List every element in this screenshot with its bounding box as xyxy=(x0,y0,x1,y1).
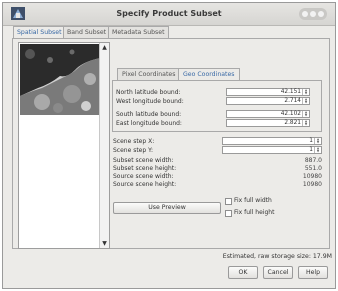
geo-coordinates-panel: North latitude bound: 42.151 ▲ ▼ West lon… xyxy=(112,80,322,132)
tab-geo-coordinates[interactable]: Geo Coordinates xyxy=(178,68,240,80)
close-icon[interactable] xyxy=(318,11,324,17)
maximize-icon[interactable] xyxy=(310,11,316,17)
scroll-up-icon[interactable]: ▲ xyxy=(101,44,108,51)
storage-size-status: Estimated, raw storage size: 17.9M xyxy=(222,253,332,260)
spinner-icon[interactable]: ▲ ▼ xyxy=(302,98,309,104)
south-bound-field[interactable]: 42.102 ▲ ▼ xyxy=(226,110,310,118)
thumbnail-image[interactable] xyxy=(20,44,100,115)
ok-button[interactable]: OK xyxy=(228,266,258,279)
fix-full-width-checkbox[interactable] xyxy=(225,198,232,205)
west-bound-label: West longitude bound: xyxy=(116,98,184,105)
tab-band-subset[interactable]: Band Subset xyxy=(63,26,111,38)
preview-scrollbar[interactable]: ▲ ▼ xyxy=(99,43,109,248)
east-bound-row: East longitude bound: 2.821 ▲ ▼ xyxy=(116,119,320,129)
spinner-icon[interactable]: ▲ ▼ xyxy=(302,120,309,126)
window-title: Specify Product Subset xyxy=(116,9,222,18)
scene-step-y-row: Scene step Y: 1 ▲ ▼ xyxy=(113,146,322,156)
fix-full-height-checkbox[interactable] xyxy=(225,210,232,217)
fix-full-height-label: Fix full height xyxy=(234,209,275,216)
west-bound-row: West longitude bound: 2.714 ▲ ▼ xyxy=(116,97,320,107)
spinner-icon[interactable]: ▲ ▼ xyxy=(302,89,309,95)
fix-full-width-label: Fix full width xyxy=(234,197,272,204)
scene-step-x-label: Scene step X: xyxy=(113,138,155,145)
window-controls xyxy=(299,8,327,20)
north-bound-label: North latitude bound: xyxy=(116,89,181,96)
tab-pixel-coordinates[interactable]: Pixel Coordinates xyxy=(117,68,181,80)
south-bound-label: South latitude bound: xyxy=(116,111,182,118)
scroll-down-icon[interactable]: ▼ xyxy=(101,240,108,247)
title-bar[interactable]: Specify Product Subset xyxy=(3,3,335,26)
source-height-row: Source scene height: 10980 xyxy=(113,180,322,190)
tab-metadata-subset[interactable]: Metadata Subset xyxy=(108,26,169,38)
scene-step-y-label: Scene step Y: xyxy=(113,147,153,154)
thumbnail-preview[interactable]: ▲ ▼ xyxy=(18,42,110,249)
help-button[interactable]: Help xyxy=(298,266,328,279)
spinner-icon[interactable]: ▲ ▼ xyxy=(314,147,321,153)
use-preview-button[interactable]: Use Preview xyxy=(113,202,221,214)
minimize-icon[interactable] xyxy=(302,11,308,17)
west-bound-field[interactable]: 2.714 ▲ ▼ xyxy=(226,97,310,105)
source-height-label: Source scene height: xyxy=(113,181,177,188)
spinner-icon[interactable]: ▲ ▼ xyxy=(302,111,309,117)
east-bound-label: East longitude bound: xyxy=(116,120,182,127)
scene-step-y-field[interactable]: 1 ▲ ▼ xyxy=(222,146,322,154)
east-bound-field[interactable]: 2.821 ▲ ▼ xyxy=(226,119,310,127)
source-height-value: 10980 xyxy=(302,181,322,188)
scene-step-x-field[interactable]: 1 ▲ ▼ xyxy=(222,137,322,145)
cancel-button[interactable]: Cancel xyxy=(263,266,293,279)
north-bound-field[interactable]: 42.151 ▲ ▼ xyxy=(226,88,310,96)
spinner-icon[interactable]: ▲ ▼ xyxy=(314,138,321,144)
